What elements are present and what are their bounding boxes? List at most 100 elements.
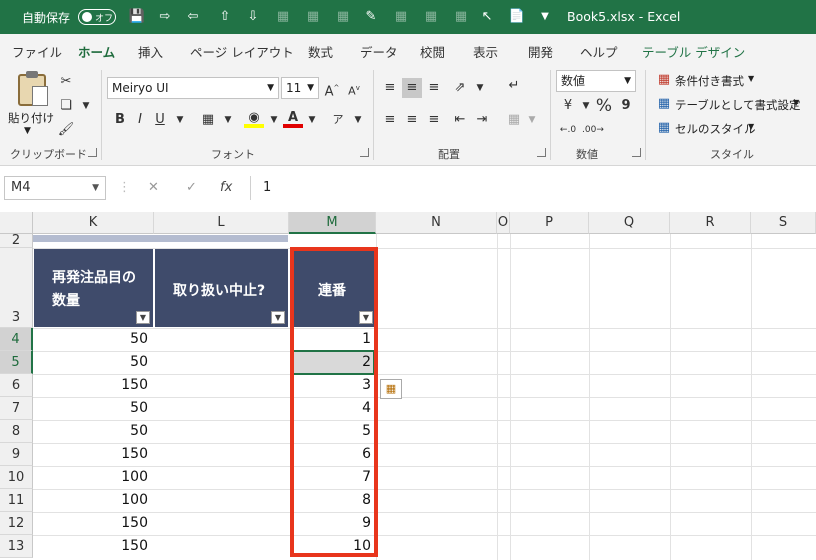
format-painter-icon[interactable]: ✎ [362, 8, 380, 26]
merge-center-icon[interactable]: ▦ [504, 110, 524, 130]
table-icon[interactable]: ▦ [334, 8, 352, 26]
font-color-icon[interactable]: A [283, 108, 303, 128]
cell-styles-button[interactable]: セルのスタイル [675, 121, 756, 137]
merge-dropdown-icon[interactable]: ▼ [522, 110, 542, 130]
alignment-launcher-icon[interactable] [537, 148, 546, 157]
align-middle-icon[interactable]: ≡ [402, 78, 422, 98]
phonetic-dropdown-icon[interactable]: ▼ [348, 110, 368, 130]
discontinued-cell[interactable] [155, 466, 288, 489]
column-header-s[interactable]: S [751, 212, 816, 234]
align-top-icon[interactable]: ≡ [380, 78, 400, 98]
quantity-cell[interactable]: 50 [34, 420, 153, 443]
quantity-cell[interactable]: 100 [34, 466, 153, 489]
column-header-n[interactable]: N [376, 212, 497, 234]
tab-page-layout[interactable]: ページ レイアウト [190, 42, 294, 61]
select-objects-icon[interactable]: ↖ [478, 8, 496, 26]
quantity-cell[interactable]: 50 [34, 351, 153, 374]
number-launcher-icon[interactable] [632, 148, 641, 157]
quantity-cell[interactable]: 50 [34, 328, 153, 351]
row-header-10[interactable]: 10 [0, 466, 33, 489]
discontinued-cell[interactable] [155, 535, 288, 558]
merge-icon[interactable]: ▦ [452, 8, 470, 26]
row-header-12[interactable]: 12 [0, 512, 33, 535]
customize-qat-icon[interactable]: ▼ [536, 8, 554, 26]
tab-insert[interactable]: 挿入 [138, 42, 163, 61]
discontinued-cell[interactable] [155, 443, 288, 466]
orientation-icon[interactable]: ⇗ [450, 78, 470, 98]
delete-rows-icon[interactable]: ⇩ [244, 8, 262, 26]
cancel-icon[interactable]: ✕ [148, 180, 159, 195]
quantity-cell[interactable]: 150 [34, 535, 153, 558]
copy-dropdown-icon[interactable]: ▼ [76, 96, 96, 116]
increase-decimal-icon[interactable]: ←.0 [558, 120, 578, 140]
borders-icon[interactable]: ▦ [274, 8, 292, 26]
comma-style-icon[interactable]: 9 [616, 96, 636, 116]
tab-home[interactable]: ホーム [78, 42, 116, 67]
wrap-text-icon[interactable]: ↵ [504, 76, 524, 96]
tab-data[interactable]: データ [360, 42, 398, 61]
increase-font-icon[interactable]: A^ [322, 78, 342, 99]
italic-button[interactable]: I [130, 110, 150, 130]
decrease-indent-icon[interactable]: ⇤ [450, 110, 470, 130]
orientation-dropdown-icon[interactable]: ▼ [470, 78, 490, 98]
table-header-quantity[interactable]: 再発注品目の 数量 ▼ [34, 249, 153, 327]
format-as-table-button[interactable]: テーブルとして書式設定 [675, 97, 800, 113]
underline-button[interactable]: U [150, 110, 170, 130]
discontinued-cell[interactable] [155, 374, 288, 397]
accounting-dropdown-icon[interactable]: ▼ [576, 96, 596, 116]
font-color-dropdown-icon[interactable]: ▼ [302, 110, 322, 130]
save-icon[interactable]: 💾 [128, 8, 146, 26]
formula-input[interactable]: 1 [250, 176, 816, 200]
accounting-format-icon[interactable]: ¥ [558, 96, 578, 116]
quantity-cell[interactable]: 50 [34, 397, 153, 420]
delete-columns-icon[interactable]: ⇦ [184, 8, 202, 26]
number-format-dropdown[interactable]: 数値 ▼ [556, 70, 636, 92]
insert-rows-icon[interactable]: ⇧ [216, 8, 234, 26]
font-name-dropdown[interactable]: Meiryo UI ▼ [107, 77, 279, 99]
column-header-q[interactable]: Q [589, 212, 670, 234]
discontinued-cell[interactable] [155, 351, 288, 374]
decrease-decimal-icon[interactable]: .00→ [582, 120, 604, 140]
cut-icon[interactable]: ✂ [56, 72, 76, 92]
tab-table-design[interactable]: テーブル デザイン [642, 42, 745, 61]
copy-icon[interactable]: ❏ [56, 96, 76, 116]
quantity-cell[interactable]: 150 [34, 512, 153, 535]
paste-button[interactable]: 貼り付け ▼ [6, 70, 54, 140]
quick-analysis-icon[interactable]: ▦ [380, 379, 402, 399]
row-header-2[interactable]: 2 [0, 234, 33, 248]
decrease-font-icon[interactable]: Av [344, 78, 364, 98]
discontinued-cell[interactable] [155, 512, 288, 535]
font-launcher-icon[interactable] [360, 148, 369, 157]
phonetic-guide-icon[interactable]: ア [328, 110, 348, 130]
discontinued-cell[interactable] [155, 420, 288, 443]
column-header-o[interactable]: O [497, 212, 510, 234]
row-header-9[interactable]: 9 [0, 443, 33, 466]
underline-dropdown-icon[interactable]: ▼ [170, 110, 190, 130]
column-header-r[interactable]: R [670, 212, 751, 234]
tab-help[interactable]: ヘルプ [580, 42, 618, 61]
filter-dropdown-icon[interactable]: ▼ [271, 311, 285, 324]
tab-file[interactable]: ファイル [12, 42, 62, 61]
column-header-l[interactable]: L [154, 212, 289, 234]
column-header-k[interactable]: K [33, 212, 154, 234]
name-box[interactable]: M4 ▼ [4, 176, 106, 200]
select-all-corner[interactable] [0, 212, 33, 234]
row-header-5[interactable]: 5 [0, 351, 33, 374]
percent-style-icon[interactable]: % [594, 96, 614, 116]
format-painter-brush-icon[interactable]: 🖌 [56, 120, 76, 140]
align-center-icon[interactable]: ≡ [402, 110, 422, 130]
font-size-dropdown[interactable]: 11 ▼ [281, 77, 319, 99]
insert-function-icon[interactable]: fx [220, 180, 232, 195]
quantity-cell[interactable]: 150 [34, 374, 153, 397]
align-left-icon[interactable]: ≡ [380, 110, 400, 130]
row-header-13[interactable]: 13 [0, 535, 33, 558]
new-file-icon[interactable]: 📄 [508, 8, 526, 26]
quantity-cell[interactable]: 100 [34, 489, 153, 512]
align-bottom-icon[interactable]: ≡ [424, 78, 444, 98]
tab-view[interactable]: 表示 [473, 42, 498, 61]
freeze-panes-icon[interactable]: ▦ [422, 8, 440, 26]
column-header-m[interactable]: M [289, 212, 376, 234]
autosave-toggle[interactable]: オフ [78, 9, 116, 25]
number-format-icon[interactable]: ▦ [392, 8, 410, 26]
enter-icon[interactable]: ✓ [186, 180, 197, 195]
